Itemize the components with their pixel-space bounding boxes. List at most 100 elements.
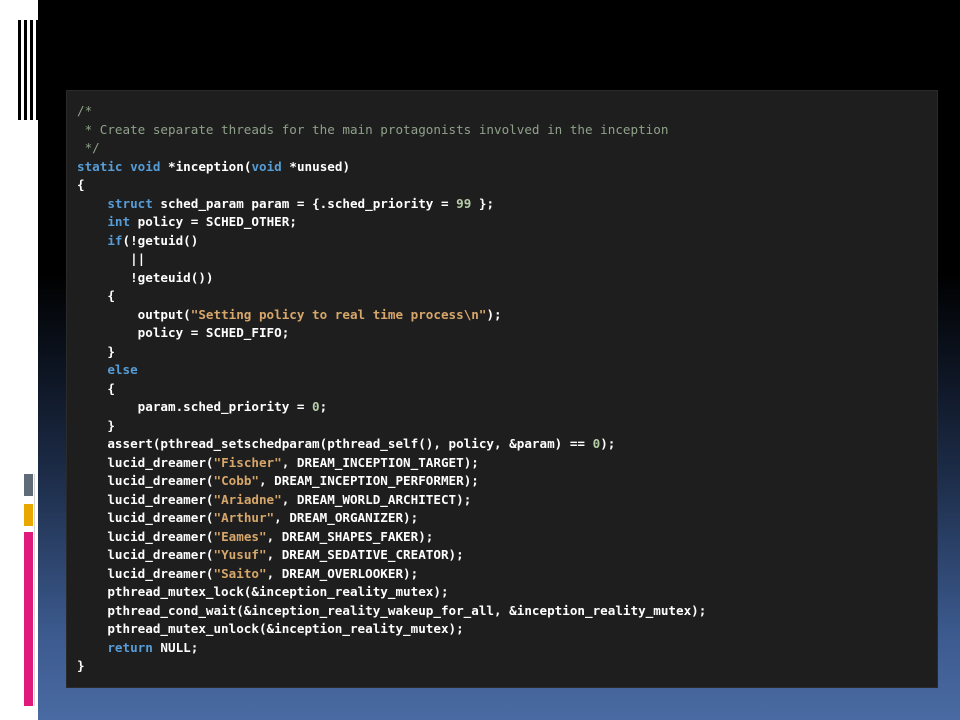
- code-token: };: [471, 195, 495, 211]
- code-token: "Yusuf": [213, 547, 267, 562]
- code-line: }: [77, 657, 927, 676]
- code-line: lucid_dreamer("Yusuf", DREAM_SEDATIVE_CR…: [77, 546, 927, 565]
- code-line: int policy = SCHED_OTHER;: [77, 213, 927, 232]
- code-line: assert(pthread_setschedparam(pthread_sel…: [77, 435, 927, 454]
- code-token: *inception(: [160, 158, 252, 174]
- code-line: {: [77, 176, 927, 195]
- code-token: struct: [107, 195, 153, 211]
- code-line: param.sched_priority = 0;: [77, 398, 927, 417]
- code-token: , DREAM_OVERLOOKER);: [266, 565, 419, 581]
- code-token: }: [77, 417, 115, 433]
- code-token: "Saito": [213, 565, 267, 581]
- code-token: "Eames": [213, 528, 267, 544]
- code-token: sched_param param = {.sched_priority =: [152, 195, 457, 211]
- code-line: /*: [77, 102, 927, 121]
- code-token: /*: [77, 103, 93, 118]
- code-token: NULL;: [152, 639, 199, 655]
- code-line: lucid_dreamer("Eames", DREAM_SHAPES_FAKE…: [77, 528, 927, 547]
- code-line: * Create separate threads for the main p…: [77, 121, 927, 140]
- code-token: policy = SCHED_OTHER;: [130, 214, 297, 229]
- decorative-bars: [18, 20, 40, 120]
- code-line: if(!getuid(): [77, 232, 927, 251]
- code-token: else: [107, 362, 138, 377]
- code-token: lucid_dreamer(: [77, 491, 214, 507]
- code-token: {: [77, 288, 115, 303]
- code-line: {: [77, 380, 927, 399]
- code-token: "Ariadne": [213, 491, 282, 507]
- code-token: lucid_dreamer(: [77, 454, 214, 470]
- code-line: pthread_mutex_unlock(&inception_reality_…: [77, 620, 927, 639]
- code-block: /* * Create separate threads for the mai…: [77, 102, 927, 676]
- code-token: pthread_mutex_unlock(&inception_reality_…: [77, 621, 464, 636]
- code-token: pthread_mutex_lock(&inception_reality_mu…: [77, 584, 449, 599]
- code-line: return NULL;: [77, 639, 927, 658]
- code-token: );: [486, 306, 502, 322]
- code-token: lucid_dreamer(: [77, 547, 214, 562]
- code-line: policy = SCHED_FIFO;: [77, 324, 927, 343]
- code-token: , DREAM_INCEPTION_TARGET);: [281, 454, 479, 470]
- code-token: lucid_dreamer(: [77, 565, 214, 581]
- code-token: }: [77, 343, 115, 359]
- code-token: 99: [456, 195, 472, 211]
- code-token: , DREAM_ORGANIZER);: [274, 510, 419, 525]
- code-line: lucid_dreamer("Cobb", DREAM_INCEPTION_PE…: [77, 472, 927, 491]
- code-token: ;: [319, 399, 328, 414]
- code-token: {: [77, 380, 115, 396]
- code-line: lucid_dreamer("Saito", DREAM_OVERLOOKER)…: [77, 565, 927, 584]
- code-token: );: [600, 436, 616, 451]
- accent-block-yellow: [24, 504, 33, 526]
- code-screenshot: /* * Create separate threads for the mai…: [66, 90, 938, 688]
- code-token: !geteuid()): [77, 269, 214, 285]
- code-line: ||: [77, 250, 927, 269]
- code-token: "Cobb": [213, 473, 259, 488]
- code-token: int: [107, 214, 131, 229]
- code-line: */: [77, 139, 927, 158]
- code-token: */: [77, 140, 100, 155]
- code-token: "Fischer": [213, 454, 282, 470]
- code-token: ||: [77, 251, 146, 266]
- code-line: pthread_cond_wait(&inception_reality_wak…: [77, 602, 927, 621]
- code-token: }: [77, 658, 85, 673]
- code-line: lucid_dreamer("Arthur", DREAM_ORGANIZER)…: [77, 509, 927, 528]
- code-token: return: [107, 639, 153, 655]
- accent-block-pink: [24, 532, 33, 706]
- code-line: pthread_mutex_lock(&inception_reality_mu…: [77, 583, 927, 602]
- code-token: , DREAM_SEDATIVE_CREATOR);: [266, 547, 464, 562]
- code-token: param.sched_priority =: [77, 399, 313, 414]
- code-token: * Create separate threads for the main p…: [77, 121, 669, 137]
- accent-block-gray: [24, 474, 33, 496]
- code-token: 0: [312, 399, 320, 414]
- code-line: }: [77, 417, 927, 436]
- code-token: , DREAM_INCEPTION_PERFORMER);: [258, 473, 479, 488]
- code-line: {: [77, 287, 927, 306]
- code-token: lucid_dreamer(: [77, 528, 214, 544]
- code-token: policy = SCHED_FIFO;: [77, 325, 290, 340]
- code-token: , DREAM_SHAPES_FAKER);: [266, 528, 434, 544]
- code-token: {: [77, 177, 85, 192]
- code-token: if: [107, 232, 123, 248]
- accent-strip: [24, 474, 36, 706]
- accent-divider: [34, 474, 35, 706]
- code-line: else: [77, 361, 927, 380]
- code-token: void: [130, 158, 161, 174]
- code-line: !geteuid()): [77, 269, 927, 288]
- code-token: assert(pthread_setschedparam(pthread_sel…: [77, 436, 593, 451]
- code-token: pthread_cond_wait(&inception_reality_wak…: [77, 602, 707, 618]
- code-line: }: [77, 343, 927, 362]
- code-line: lucid_dreamer("Ariadne", DREAM_WORLD_ARC…: [77, 491, 927, 510]
- code-token: lucid_dreamer(: [77, 510, 214, 525]
- code-token: "Arthur": [213, 510, 275, 525]
- code-token: (!getuid(): [122, 232, 199, 248]
- code-token: *unused): [281, 158, 351, 174]
- code-line: output("Setting policy to real time proc…: [77, 306, 927, 325]
- code-token: static: [77, 158, 123, 174]
- code-line: static void *inception(void *unused): [77, 158, 927, 177]
- code-token: "Setting policy to real time process\n": [190, 306, 487, 322]
- code-token: output(: [77, 306, 191, 322]
